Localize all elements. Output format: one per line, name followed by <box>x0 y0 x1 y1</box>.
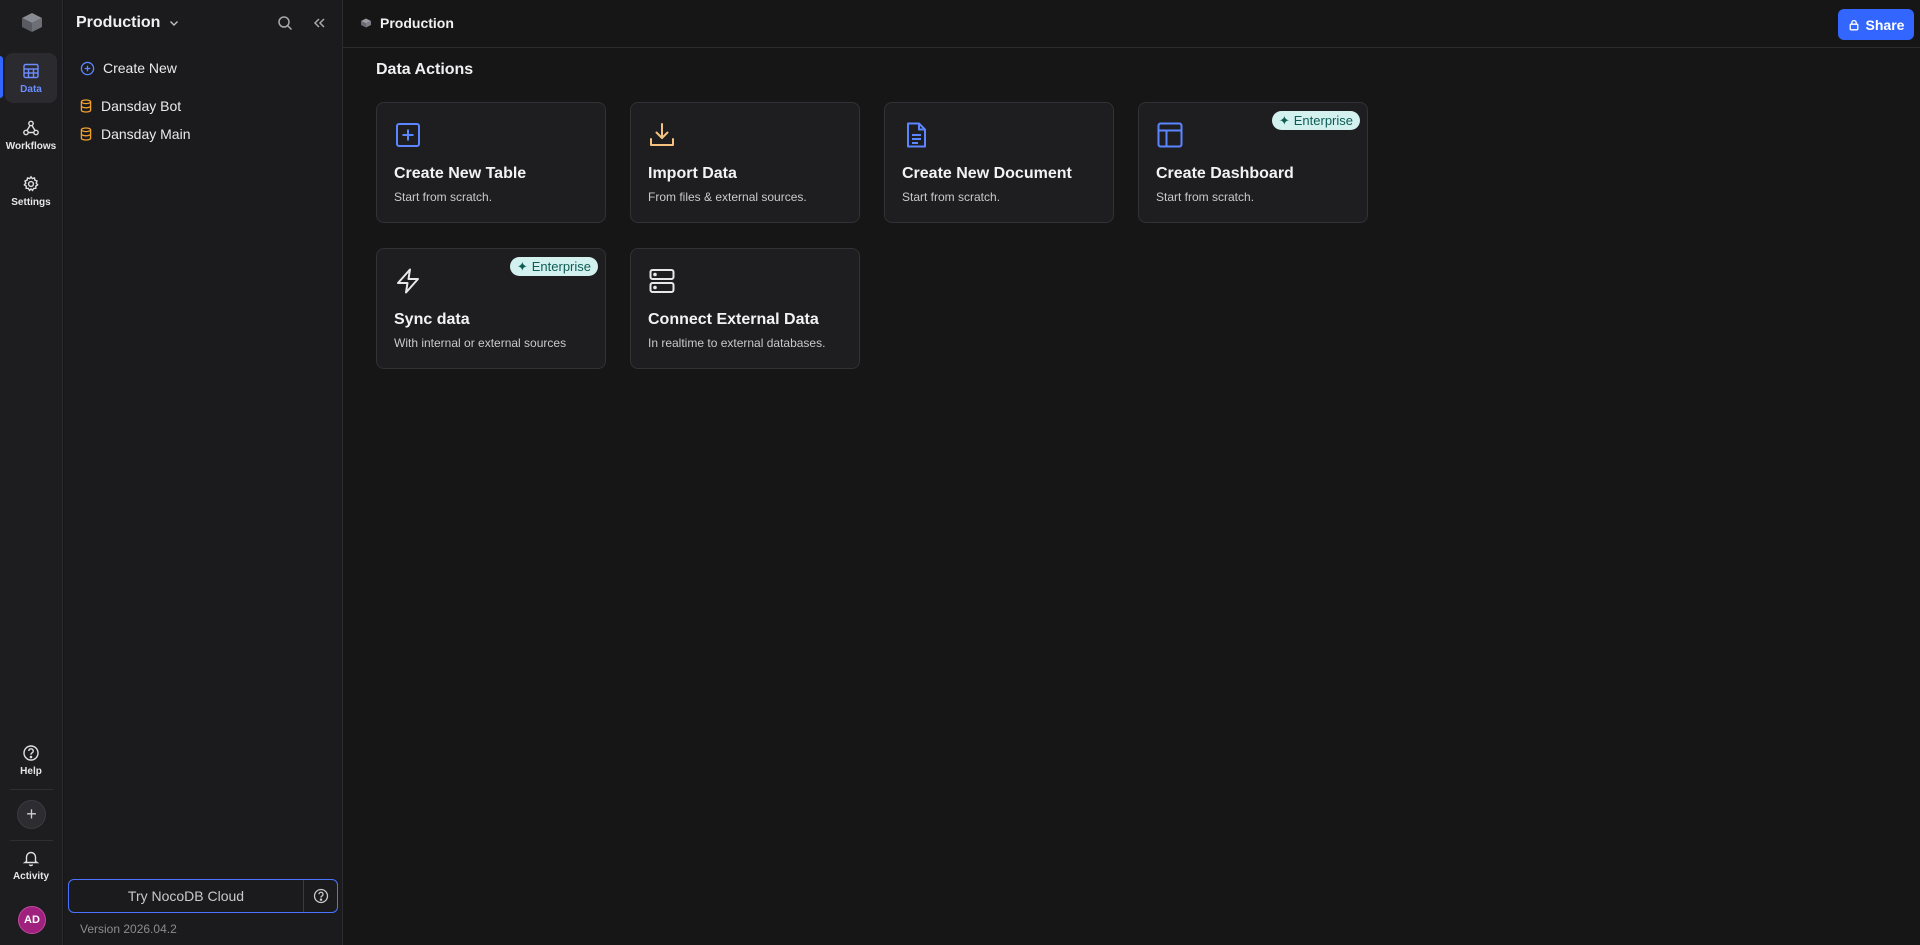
breadcrumb-label: Production <box>380 15 454 31</box>
create-dashboard-card[interactable]: ✦ Enterprise Create Dashboard Start from… <box>1138 102 1368 223</box>
left-rail: Data Workflows Settings Help + Activity … <box>0 0 63 945</box>
sparkle-icon: ✦ <box>516 258 528 274</box>
rail-divider <box>10 789 53 790</box>
breadcrumb[interactable]: Production <box>360 15 454 31</box>
search-icon[interactable] <box>276 14 294 32</box>
rail-item-label: Data <box>20 83 42 95</box>
rail-item-label: Help <box>20 765 42 777</box>
server-icon <box>649 269 675 293</box>
share-button[interactable]: Share <box>1838 9 1914 40</box>
rail-item-label: Workflows <box>5 140 57 152</box>
card-subtitle: With internal or external sources <box>394 336 567 350</box>
rail-item-data[interactable]: Data <box>5 53 57 103</box>
card-subtitle: In realtime to external databases. <box>648 336 826 350</box>
create-new-label: Create New <box>103 60 177 76</box>
card-title: Connect External Data <box>648 311 819 328</box>
try-cloud-button[interactable]: Try NocoDB Cloud <box>69 880 304 912</box>
nocodb-logo-icon[interactable] <box>19 10 45 36</box>
workflow-icon <box>23 120 39 135</box>
chevron-down-icon <box>170 21 179 26</box>
rail-item-help[interactable]: Help <box>5 735 57 785</box>
share-label: Share <box>1865 16 1905 33</box>
sync-data-card[interactable]: ✦ Enterprise Sync data With internal or … <box>376 248 606 369</box>
gear-icon <box>23 175 39 192</box>
card-title: Create New Document <box>902 165 1072 182</box>
enterprise-badge: ✦ Enterprise <box>1271 111 1360 130</box>
create-new-document-card[interactable]: Create New Document Start from scratch. <box>884 102 1114 223</box>
card-title: Create Dashboard <box>1156 165 1294 182</box>
card-subtitle: From files & external sources. <box>648 190 807 204</box>
sidebar-item-base[interactable]: Dansday Bot <box>80 98 181 114</box>
lightning-icon <box>397 268 419 294</box>
bell-icon <box>22 851 40 866</box>
dashboard-icon <box>1157 122 1183 148</box>
badge-label: Enterprise <box>531 259 591 274</box>
help-icon <box>313 888 328 904</box>
sparkle-icon: ✦ <box>1278 112 1290 128</box>
create-new-button[interactable]: Create New <box>80 60 177 76</box>
document-icon <box>907 122 926 148</box>
badge-label: Enterprise <box>1293 113 1353 128</box>
collapse-sidebar-icon[interactable] <box>310 14 328 32</box>
base-label: Dansday Bot <box>101 98 182 114</box>
card-title: Import Data <box>648 165 737 182</box>
rail-item-settings[interactable]: Settings <box>5 166 57 216</box>
connect-external-data-card[interactable]: Connect External Data In realtime to ext… <box>630 248 860 369</box>
card-subtitle: Start from scratch. <box>394 190 493 204</box>
workspace-title: Production <box>76 14 161 31</box>
card-subtitle: Start from scratch. <box>1156 190 1255 204</box>
rail-item-activity[interactable]: Activity <box>5 840 57 890</box>
enterprise-badge: ✦ Enterprise <box>509 257 598 276</box>
database-icon <box>80 127 92 141</box>
base-label: Dansday Main <box>101 126 191 142</box>
download-icon <box>650 123 674 146</box>
user-avatar[interactable]: AD <box>18 906 46 934</box>
database-icon <box>80 99 92 113</box>
help-icon <box>23 744 39 761</box>
plus-square-icon <box>396 123 420 147</box>
plus-icon: + <box>26 804 37 824</box>
version-label: Version 2026.04.2 <box>80 922 177 936</box>
base-cube-icon <box>361 18 371 28</box>
sidebar: Production Create New Dansday Bot Dansda… <box>64 0 343 945</box>
card-subtitle: Start from scratch. <box>902 190 1001 204</box>
create-new-table-card[interactable]: Create New Table Start from scratch. <box>376 102 606 223</box>
lock-icon <box>1849 19 1858 30</box>
rail-item-workflows[interactable]: Workflows <box>5 110 57 160</box>
rail-item-label: Settings <box>11 196 51 208</box>
card-title: Create New Table <box>394 165 527 182</box>
rail-item-label: Activity <box>12 870 50 882</box>
topbar: Production Share <box>343 0 1920 48</box>
workspace-switcher[interactable]: Production <box>76 14 180 32</box>
table-icon <box>23 63 39 78</box>
card-title: Sync data <box>394 311 470 328</box>
rail-active-indicator <box>0 56 3 98</box>
sidebar-item-base[interactable]: Dansday Main <box>80 126 191 142</box>
import-data-card[interactable]: Import Data From files & external source… <box>630 102 860 223</box>
add-workspace-button[interactable]: + <box>17 800 46 829</box>
try-cloud-bar: Try NocoDB Cloud <box>68 879 338 913</box>
cloud-help-button[interactable] <box>304 880 337 912</box>
section-title: Data Actions <box>376 61 474 78</box>
plus-circle-icon <box>80 61 95 75</box>
